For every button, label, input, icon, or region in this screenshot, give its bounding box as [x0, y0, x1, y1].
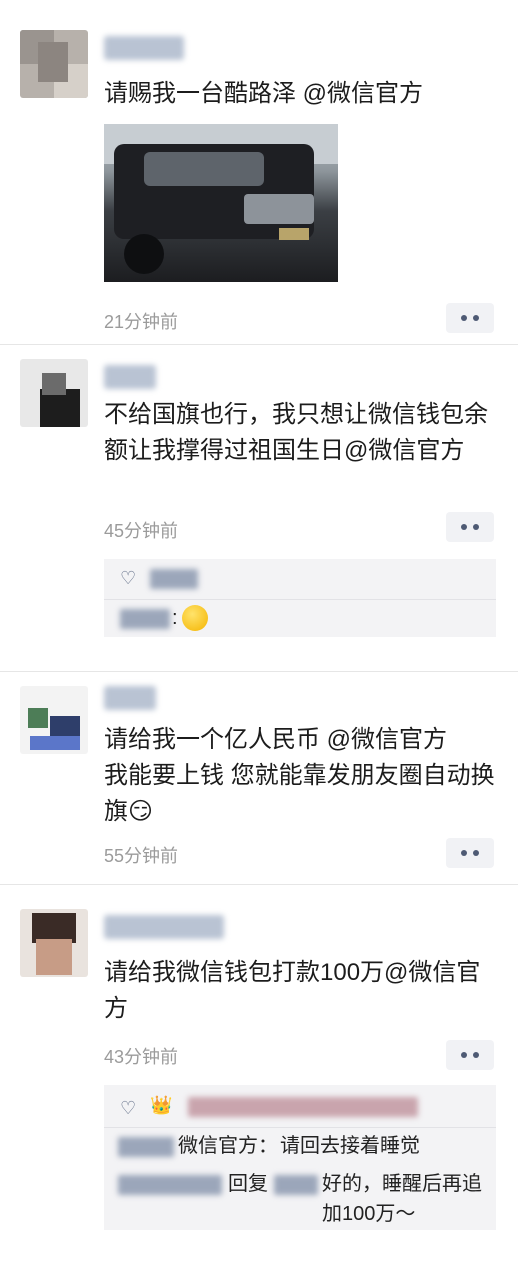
divider: [104, 599, 496, 600]
smirk-emoji-icon: [182, 605, 208, 631]
more-menu-button[interactable]: [446, 303, 494, 333]
avatar[interactable]: [20, 30, 88, 98]
post-time: 43分钟前: [104, 1047, 179, 1067]
dot-icon: [461, 1052, 467, 1058]
post-content: 请给我一个亿人民币 @微信官方 我能要上钱 您就能靠发朋友圈自动换旗😏: [104, 726, 495, 825]
dot-icon: [461, 315, 467, 321]
moment-post-2: 不给国旗也行，我只想让微信钱包余额让我撑得过祖国生日@微信官方 45分钟前 ♡ …: [0, 345, 518, 672]
user-name[interactable]: [104, 915, 224, 939]
moment-post-1: 请赐我一台酷路泽 @微信官方 21分钟前: [0, 0, 518, 345]
post-content: 不给国旗也行，我只想让微信钱包余额让我撑得过祖国生日@微信官方: [104, 401, 488, 464]
comment-colon: :: [172, 607, 178, 629]
liker-names[interactable]: [188, 1097, 418, 1117]
likes-comments-box: ♡ 👑 微信官方： 请回去接着睡觉 回复 好的，睡醒后再追加100万～: [104, 1085, 496, 1230]
dot-icon: [473, 850, 479, 856]
moment-post-4: 请给我微信钱包打款100万@微信官方 43分钟前 ♡ 👑 微信官方： 请回去接着…: [0, 885, 518, 1262]
more-menu-button[interactable]: [446, 1040, 494, 1070]
comment-text: 请回去接着睡觉: [280, 1135, 420, 1157]
heart-icon: ♡: [120, 1098, 137, 1118]
reply-label: 回复: [228, 1173, 268, 1195]
post-time: 21分钟前: [104, 312, 179, 332]
commenter-name[interactable]: [120, 609, 170, 629]
heart-icon: ♡: [120, 568, 137, 588]
post-time: 45分钟前: [104, 521, 179, 541]
crown-icon: 👑: [150, 1095, 173, 1115]
dot-icon: [473, 315, 479, 321]
commenter-name[interactable]: [118, 1175, 222, 1195]
post-content: 请给我微信钱包打款100万@微信官方: [104, 959, 481, 1022]
dot-icon: [473, 524, 479, 530]
post-content: 请赐我一台酷路泽 @微信官方: [104, 80, 424, 107]
dot-icon: [461, 850, 467, 856]
divider: [104, 1127, 496, 1128]
post-time: 55分钟前: [104, 846, 179, 866]
user-name[interactable]: [104, 36, 184, 60]
user-name[interactable]: [104, 365, 156, 389]
likes-comments-box: ♡ :: [104, 559, 496, 637]
car-photo[interactable]: [104, 124, 338, 282]
more-menu-button[interactable]: [446, 838, 494, 868]
commenter-name[interactable]: [118, 1137, 174, 1157]
avatar[interactable]: [20, 686, 88, 754]
avatar[interactable]: [20, 909, 88, 977]
avatar[interactable]: [20, 359, 88, 427]
dot-icon: [473, 1052, 479, 1058]
liker-name[interactable]: [150, 569, 198, 589]
reply-target-name[interactable]: [274, 1175, 318, 1195]
moment-post-3: 请给我一个亿人民币 @微信官方 我能要上钱 您就能靠发朋友圈自动换旗😏 55分钟…: [0, 672, 518, 885]
dot-icon: [461, 524, 467, 530]
more-menu-button[interactable]: [446, 512, 494, 542]
comment-author-label: 微信官方：: [178, 1135, 278, 1157]
user-name[interactable]: [104, 686, 156, 710]
comment-text: 好的，睡醒后再追加100万～: [322, 1173, 482, 1225]
